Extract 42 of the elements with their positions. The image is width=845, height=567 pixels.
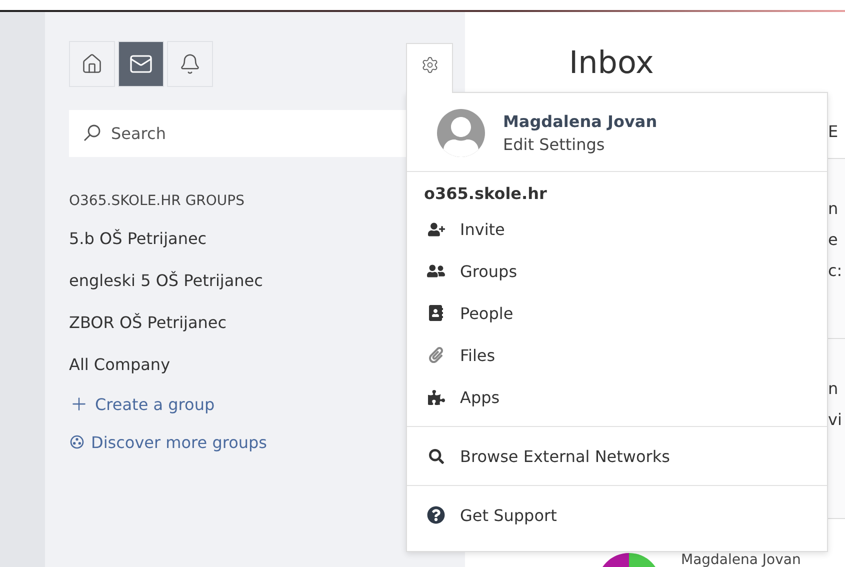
- settings-icon: [420, 56, 438, 74]
- group-link[interactable]: engleski 5 OŠ Petrijanec: [69, 259, 263, 301]
- user-name: Magdalena Jovan: [503, 112, 658, 131]
- text-fragment: e: [828, 230, 838, 249]
- text-fragment: n: [828, 379, 838, 398]
- network-name: o365.skole.hr: [423, 183, 547, 205]
- search-icon: [83, 124, 101, 142]
- people-icon: [427, 262, 445, 280]
- menu-item[interactable]: Apps: [407, 376, 500, 418]
- text-fragment: n: [828, 199, 838, 218]
- menu-item[interactable]: Groups: [407, 250, 518, 292]
- text-fragment: vi: [828, 410, 842, 429]
- menu-item[interactable]: People: [407, 292, 514, 334]
- text-fragment: E: [828, 122, 838, 141]
- puzzle-icon: [428, 388, 444, 406]
- network-icon: [69, 434, 85, 450]
- paperclip-icon: [428, 347, 444, 363]
- group-link[interactable]: 5.b OŠ Petrijanec: [69, 217, 207, 259]
- settings-button[interactable]: [406, 43, 453, 93]
- help-icon: [427, 506, 445, 524]
- text-fragment: c:: [828, 261, 842, 280]
- inbox-title: Inbox: [569, 45, 654, 81]
- menu-item[interactable]: Files: [407, 334, 496, 376]
- nav-button[interactable]: [69, 41, 115, 87]
- menu-item[interactable]: Invite: [407, 208, 505, 250]
- bell-icon: [179, 53, 201, 75]
- avatar: [437, 109, 485, 157]
- group-link[interactable]: ZBOR OŠ Petrijanec: [69, 301, 227, 343]
- mail-icon: [129, 52, 153, 76]
- group-link[interactable]: All Company: [69, 343, 170, 385]
- edit-settings-link[interactable]: Edit Settings: [503, 135, 605, 154]
- home-icon: [81, 53, 103, 75]
- menu-item[interactable]: Browse External Networks: [407, 435, 670, 477]
- action-link[interactable]: Discover more groups: [69, 423, 267, 461]
- nav-button[interactable]: [118, 41, 164, 87]
- person-plus-icon: [428, 220, 444, 238]
- search-icon: [428, 448, 444, 464]
- nav-button[interactable]: [167, 41, 213, 87]
- action-link[interactable]: Create a group: [69, 385, 215, 423]
- menu-item[interactable]: Get Support: [407, 494, 557, 536]
- contact-book-icon: [428, 305, 444, 321]
- author-name: Magdalena Jovan: [681, 554, 801, 567]
